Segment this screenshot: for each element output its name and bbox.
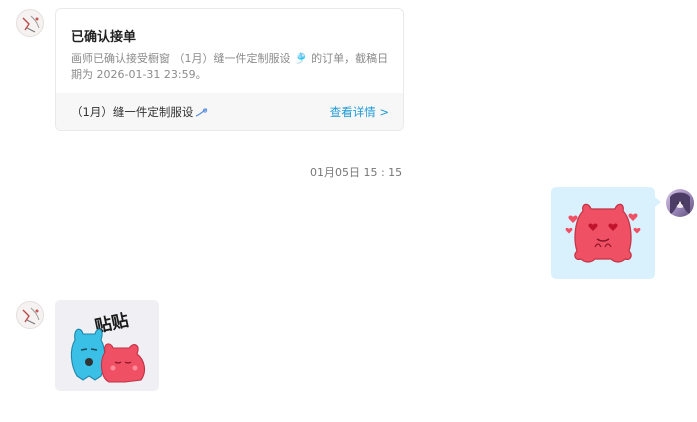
love-sticker-image (565, 203, 641, 263)
order-confirmation-card[interactable]: 已确认接单 画师已确认接受橱窗 （1月）缝一件定制服设 🎐 的订单，截稿日期为 … (55, 8, 404, 131)
view-details-link[interactable]: 查看详情 > (330, 104, 389, 120)
card-description: 画师已确认接受橱窗 （1月）缝一件定制服设 🎐 的订单，截稿日期为 2026-0… (71, 52, 389, 81)
product-name: （1月）缝一件定制服设 (71, 104, 208, 121)
sticker-message-received[interactable]: 贴贴 (55, 300, 159, 391)
sender-avatar[interactable] (16, 9, 44, 37)
chime-icon (195, 107, 208, 121)
hug-sticker-image: 贴贴 (70, 310, 146, 383)
sticker-message-sent[interactable] (551, 187, 661, 279)
sender-avatar[interactable] (16, 301, 44, 329)
card-title: 已确认接单 (71, 30, 137, 45)
card-footer: （1月）缝一件定制服设 查看详情 > (56, 93, 403, 130)
product-name-text: （1月）缝一件定制服设 (71, 105, 194, 119)
message-timestamp: 01月05日 15 : 15 (310, 166, 403, 179)
bubble-tail (655, 197, 661, 207)
my-avatar[interactable] (666, 189, 694, 217)
